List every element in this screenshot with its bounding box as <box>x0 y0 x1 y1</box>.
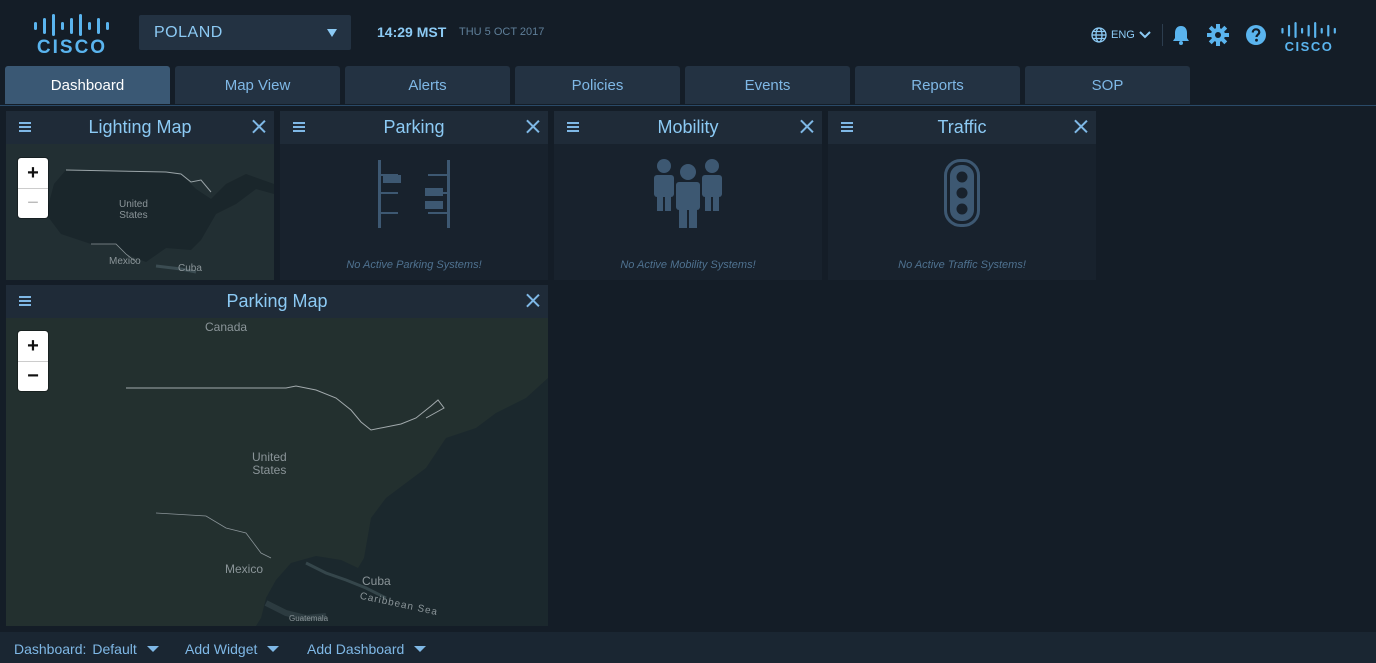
cisco-logo-small: CISCO <box>1278 22 1340 56</box>
zoom-control: + − <box>18 331 48 391</box>
widget-body: No Active Mobility Systems! <box>554 144 822 280</box>
language-select[interactable]: ENG <box>1091 27 1151 43</box>
tab-dashboard[interactable]: Dashboard <box>5 66 170 104</box>
app-header: CISCO POLAND 14:29 MST THU 5 OCT 2017 EN… <box>0 0 1376 66</box>
map-label-cuba: Cuba <box>362 574 391 588</box>
add-dashboard-button[interactable]: Add Dashboard <box>307 641 427 657</box>
zoom-out-button[interactable]: − <box>18 361 48 391</box>
menu-icon[interactable] <box>19 296 31 306</box>
widget-header: Parking Map <box>6 285 548 318</box>
map-label-us: United States <box>252 450 287 478</box>
caret-down-icon <box>267 646 280 652</box>
people-icon <box>654 159 722 228</box>
close-icon[interactable] <box>526 293 540 307</box>
widget-parking-map: Parking Map Canada United States Mexico … <box>6 285 548 626</box>
header-divider <box>1162 24 1163 46</box>
map-label-cuba: Cuba <box>178 263 202 274</box>
parking-map-canvas[interactable]: Canada United States Mexico Cuba Caribbe… <box>6 318 548 626</box>
globe-icon <box>1091 27 1107 43</box>
empty-message: No Active Traffic Systems! <box>898 259 1026 271</box>
chevron-down-icon <box>1139 31 1151 39</box>
map-background: Canada United States Mexico Cuba Caribbe… <box>6 318 548 626</box>
zoom-in-button[interactable]: + <box>18 331 48 361</box>
gear-icon[interactable] <box>1207 24 1229 46</box>
zoom-out-button[interactable]: − <box>18 188 48 218</box>
caret-down-icon <box>327 29 337 37</box>
zoom-control: + − <box>18 158 48 218</box>
widget-header: Mobility <box>554 111 822 144</box>
widget-body: No Active Traffic Systems! <box>828 144 1096 280</box>
map-label-mexico: Mexico <box>225 562 264 576</box>
widget-title: Parking Map <box>226 291 328 311</box>
close-icon[interactable] <box>252 119 266 133</box>
dashboard-selector-label: Dashboard: <box>14 641 87 657</box>
dashboard-selector[interactable]: Dashboard: Default <box>14 641 159 657</box>
menu-icon[interactable] <box>841 122 853 132</box>
map-label-canada: Canada <box>205 320 248 334</box>
help-icon[interactable] <box>1245 24 1267 46</box>
empty-message: No Active Parking Systems! <box>346 259 482 271</box>
add-dashboard-label: Add Dashboard <box>307 641 405 657</box>
close-icon[interactable] <box>800 119 814 133</box>
widget-parking: Parking No Active Parking Systems! <box>280 111 548 280</box>
parking-icon <box>378 160 450 228</box>
tab-alerts[interactable]: Alerts <box>345 66 510 104</box>
menu-icon[interactable] <box>567 122 579 132</box>
close-icon[interactable] <box>1074 119 1088 133</box>
widget-title: Traffic <box>937 117 987 137</box>
dashboard-selector-value: Default <box>92 641 137 657</box>
add-widget-button[interactable]: Add Widget <box>185 641 280 657</box>
clock-date: THU 5 OCT 2017 <box>459 26 545 38</box>
tab-map-view[interactable]: Map View <box>175 66 340 104</box>
clock-time: 14:29 MST <box>377 24 447 40</box>
dashboard-footer: Dashboard: Default Add Widget Add Dashbo… <box>0 632 1376 663</box>
zoom-in-button[interactable]: + <box>18 158 48 188</box>
tab-sop[interactable]: SOP <box>1025 66 1190 104</box>
widget-traffic: Traffic No Active Traffic Systems! <box>828 111 1096 280</box>
tab-events[interactable]: Events <box>685 66 850 104</box>
main-tabs: Dashboard Map View Alerts Policies Event… <box>0 66 1376 106</box>
empty-message: No Active Mobility Systems! <box>620 259 756 271</box>
cisco-logo-text: CISCO <box>36 37 108 58</box>
tab-policies[interactable]: Policies <box>515 66 680 104</box>
menu-icon[interactable] <box>293 122 305 132</box>
traffic-light-icon <box>944 159 980 227</box>
tab-reports[interactable]: Reports <box>855 66 1020 104</box>
add-widget-label: Add Widget <box>185 641 258 657</box>
country-select-value: POLAND <box>154 23 223 41</box>
widget-title: Mobility <box>657 117 719 137</box>
widget-body: No Active Parking Systems! <box>280 144 548 280</box>
language-value: ENG <box>1111 29 1135 41</box>
widget-mobility: Mobility No Active Mobility Systems! <box>554 111 822 280</box>
map-label-guatemala: Guatemala <box>289 614 329 623</box>
close-icon[interactable] <box>526 119 540 133</box>
widget-header: Traffic <box>828 111 1096 144</box>
cisco-logo-small-text: CISCO <box>1284 39 1334 54</box>
widget-header: Parking <box>280 111 548 144</box>
lighting-map-canvas[interactable]: United States Mexico Cuba + − <box>6 144 274 280</box>
widget-lighting-map: Lighting Map United States Mexico Cuba +… <box>6 111 274 280</box>
widget-title: Lighting Map <box>88 117 192 137</box>
caret-down-icon <box>146 646 159 652</box>
widget-header: Lighting Map <box>6 111 274 144</box>
map-label-us: United States <box>119 199 148 221</box>
bell-icon[interactable] <box>1170 24 1192 46</box>
menu-icon[interactable] <box>19 122 31 132</box>
caret-down-icon <box>414 646 427 652</box>
map-label-mexico: Mexico <box>109 256 141 267</box>
country-select[interactable]: POLAND <box>139 15 351 50</box>
widget-title: Parking <box>383 117 445 137</box>
cisco-logo[interactable]: CISCO <box>32 14 112 58</box>
